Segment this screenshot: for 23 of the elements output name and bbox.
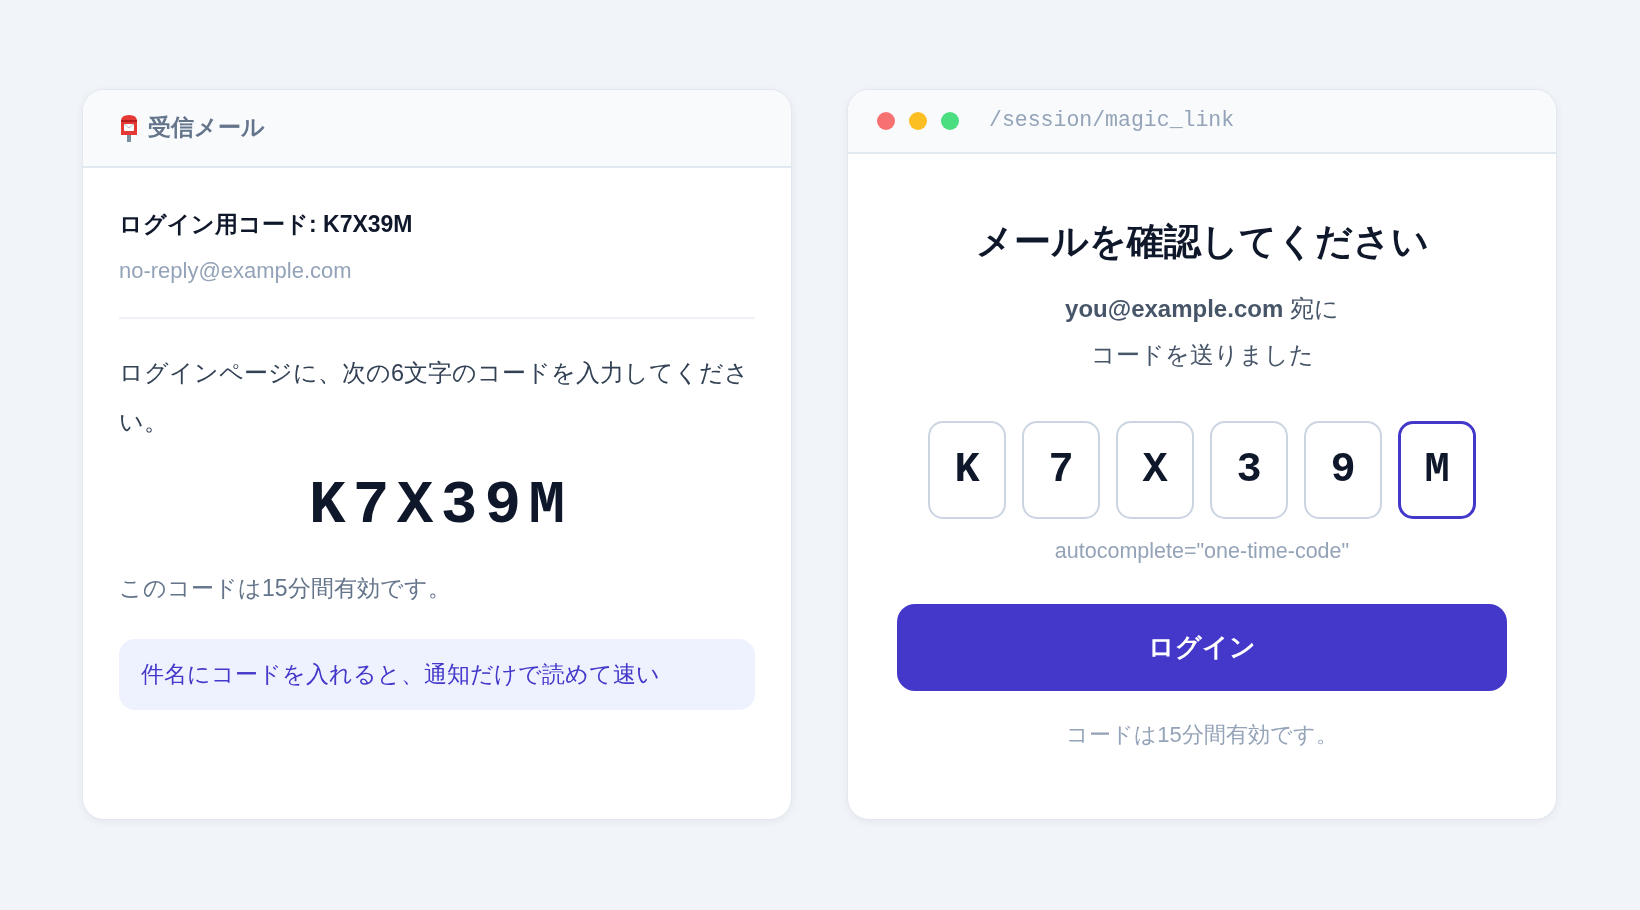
window-control-dot-icon[interactable] — [941, 112, 959, 130]
verification-code: K7X39M — [307, 470, 573, 542]
code-digit-field[interactable]: M — [1398, 421, 1476, 519]
window-control-dot-icon[interactable] — [909, 112, 927, 130]
code-digit-field[interactable]: X — [1116, 421, 1194, 519]
sender-address: no-reply@example.com — [119, 257, 352, 285]
email-subject: ログイン用コード: K7X39M — [119, 210, 413, 239]
url-path: /session/magic_link — [989, 108, 1235, 134]
sent-to-text: you@example.com 宛にコードを送りました — [1064, 294, 1340, 370]
autocomplete-hint: autocomplete="one-time-code" — [1054, 538, 1350, 565]
inbox-title: 受信メール — [148, 113, 265, 143]
code-digit-field[interactable]: 7 — [1022, 421, 1100, 519]
tip-callout: 件名にコードを入れると、通知だけで読めて速い — [119, 639, 755, 710]
code-digit-field[interactable]: K — [928, 421, 1006, 519]
page-heading: メールを確認してください — [975, 220, 1429, 264]
login-button[interactable]: ログイン — [897, 604, 1507, 691]
window-control-dot-icon[interactable] — [877, 112, 895, 130]
code-digit-field[interactable]: 9 — [1304, 421, 1382, 519]
validity-note: このコードは15分間有効です。 — [119, 574, 451, 603]
validity-note: コードは15分間有効です。 — [1066, 721, 1338, 749]
email-body-text: ログインページに、次の6文字のコードを入力してください。 — [119, 359, 751, 437]
code-digit-field[interactable]: 3 — [1210, 421, 1288, 519]
postbox-icon — [119, 114, 139, 142]
